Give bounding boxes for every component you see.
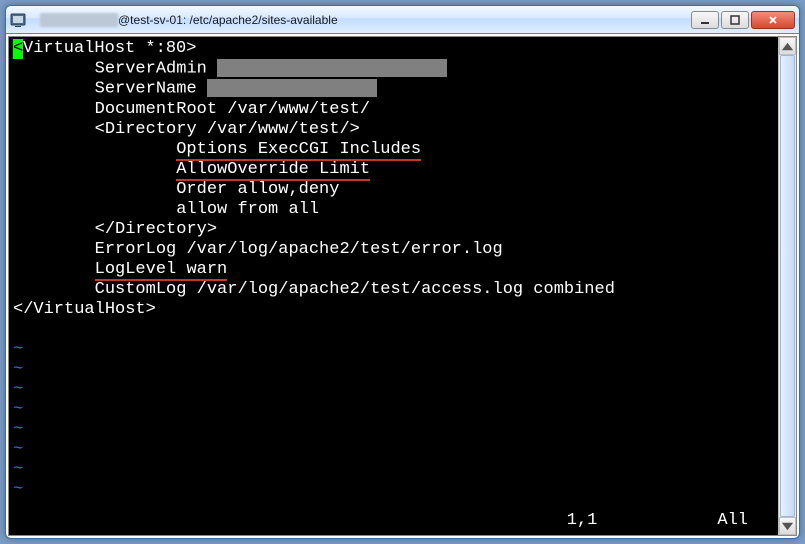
- tilde-line: ~: [13, 440, 774, 460]
- terminal-area[interactable]: <VirtualHost *:80> ServerAdmin ServerNam…: [8, 36, 797, 536]
- tilde-line: ~: [13, 460, 774, 480]
- loglevel-line: LogLevel warn: [95, 260, 228, 281]
- directory-close: </Directory>: [95, 220, 217, 239]
- close-button[interactable]: [751, 11, 795, 29]
- tilde-line: ~: [13, 480, 774, 500]
- tilde-line: ~: [13, 340, 774, 360]
- order-line: Order allow,deny: [176, 180, 339, 199]
- scrollbar-track[interactable]: [779, 55, 796, 517]
- window-title: @test-sv-01: /etc/apache2/sites-availabl…: [118, 13, 338, 27]
- maximize-button[interactable]: [721, 11, 749, 29]
- allowoverride-line: AllowOverride Limit: [176, 160, 370, 181]
- scroll-indicator: All: [717, 511, 748, 531]
- titlebar[interactable]: @test-sv-01: /etc/apache2/sites-availabl…: [6, 6, 799, 34]
- servername-label: ServerName: [95, 80, 207, 99]
- allow-line: allow from all: [176, 200, 319, 219]
- title-redacted-user: [40, 13, 118, 27]
- cursor-position: 1,1: [567, 511, 598, 531]
- window-buttons: [691, 11, 795, 29]
- vertical-scrollbar[interactable]: [778, 37, 796, 535]
- serveradmin-label: ServerAdmin: [95, 59, 217, 78]
- vim-status-line: 1,1 All: [21, 511, 748, 531]
- options-line: Options ExecCGI Includes: [176, 140, 421, 161]
- scrollbar-thumb[interactable]: [780, 55, 795, 517]
- minimize-button[interactable]: [691, 11, 719, 29]
- tilde-line: ~: [13, 420, 774, 440]
- scroll-up-button[interactable]: [779, 37, 796, 55]
- documentroot-line: DocumentRoot /var/www/test/: [95, 100, 370, 119]
- cursor: <: [13, 39, 23, 59]
- tilde-line: ~: [13, 400, 774, 420]
- vhost-open: VirtualHost *:80>: [23, 39, 196, 58]
- tilde-line: ~: [13, 380, 774, 400]
- scroll-down-button[interactable]: [779, 517, 796, 535]
- errorlog-line: ErrorLog /var/log/apache2/test/error.log: [95, 240, 503, 259]
- servername-redacted: [207, 79, 377, 97]
- serveradmin-redacted: [217, 59, 447, 77]
- customlog-line: CustomLog /var/log/apache2/test/access.l…: [95, 280, 615, 299]
- tilde-line: ~: [13, 360, 774, 380]
- directory-open: <Directory /var/www/test/>: [95, 120, 360, 139]
- editor-content: <VirtualHost *:80> ServerAdmin ServerNam…: [13, 39, 774, 533]
- terminal-window: @test-sv-01: /etc/apache2/sites-availabl…: [5, 5, 800, 539]
- putty-icon: [10, 12, 26, 28]
- vhost-close: </VirtualHost>: [13, 300, 156, 319]
